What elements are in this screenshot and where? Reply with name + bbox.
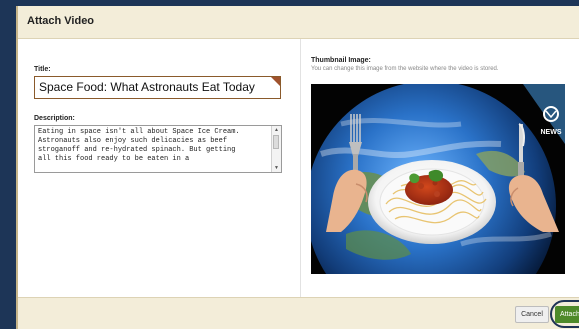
description-label: Description: xyxy=(34,115,75,122)
title-input-value: Space Food: What Astronauts Eat Today xyxy=(39,80,255,94)
attach-button[interactable]: Attach xyxy=(555,306,579,323)
description-textarea[interactable]: Eating in space isn't all about Space Ic… xyxy=(34,125,282,173)
thumbnail-image: NEWS xyxy=(311,84,565,274)
dialog-title-bar: Attach Video xyxy=(18,6,579,39)
dialog-footer: Cancel Attach xyxy=(18,297,579,329)
attach-video-dialog: Attach Video Title: Space Food: What Ast… xyxy=(16,6,579,329)
description-scrollbar[interactable]: ▲ ▼ xyxy=(271,126,281,172)
dialog-title: Attach Video xyxy=(27,15,95,27)
dialog-content: Title: Space Food: What Astronauts Eat T… xyxy=(18,39,579,297)
resize-corner-icon xyxy=(271,77,280,86)
scroll-up-icon[interactable]: ▲ xyxy=(273,127,280,133)
discovery-news-logo-icon: NEWS xyxy=(541,129,562,136)
scroll-down-icon[interactable]: ▼ xyxy=(273,165,280,171)
thumbnail-column: Thumbnail Image: You can change this ima… xyxy=(301,39,579,297)
title-label: Title: xyxy=(34,66,51,73)
thumbnail-help-text: You can change this image from the websi… xyxy=(311,66,499,72)
thumbnail-label: Thumbnail Image: xyxy=(311,57,371,64)
form-column: Title: Space Food: What Astronauts Eat T… xyxy=(18,39,300,297)
description-text: Eating in space isn't all about Space Ic… xyxy=(38,128,240,163)
thumbnail-illustration: NEWS xyxy=(311,84,565,274)
scrollbar-thumb[interactable] xyxy=(273,135,279,149)
cancel-button[interactable]: Cancel xyxy=(515,306,549,323)
title-input[interactable]: Space Food: What Astronauts Eat Today xyxy=(34,76,281,99)
